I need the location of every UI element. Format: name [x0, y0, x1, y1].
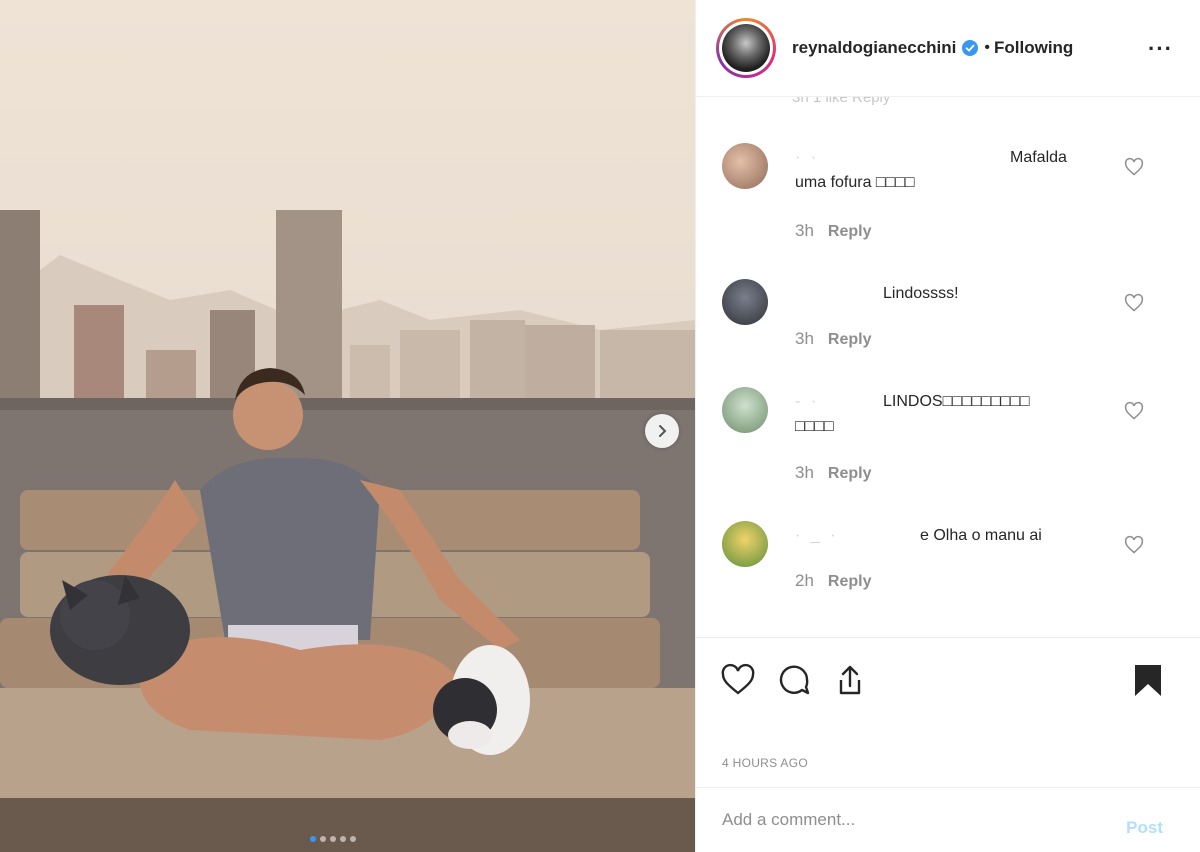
comment-meta: 3h Reply — [795, 221, 872, 241]
like-comment-heart-icon[interactable] — [1124, 535, 1144, 555]
comment-text: Mafalda — [1010, 149, 1067, 166]
more-options-button[interactable]: ··· — [1148, 36, 1173, 62]
comment-text: e Olha o manu ai — [920, 527, 1042, 544]
like-comment-heart-icon[interactable] — [1124, 401, 1144, 421]
avatar[interactable] — [716, 18, 776, 78]
save-bookmark-icon[interactable] — [1132, 662, 1164, 698]
comment-text: Lindossss! — [883, 285, 959, 302]
comment-time: 2h — [795, 571, 814, 590]
comment-text-continued: □□□□ — [795, 418, 834, 435]
commenter-avatar[interactable] — [722, 387, 768, 433]
post-details-panel: reynaldogianecchini • Following ··· 3h 1… — [695, 0, 1200, 852]
username-link[interactable]: reynaldogianecchini — [792, 38, 956, 58]
post-actions: 4 HOURS AGO — [696, 637, 1200, 770]
post-timestamp: 4 HOURS AGO — [722, 756, 808, 770]
carousel-dot — [310, 836, 316, 842]
commenter-avatar[interactable] — [722, 143, 768, 189]
like-heart-icon[interactable] — [720, 662, 756, 698]
carousel-next-button[interactable] — [645, 414, 679, 448]
comment-body: - · LINDOS□□□□□□□□□ □□□□ — [795, 389, 1095, 439]
like-comment-heart-icon[interactable] — [1124, 157, 1144, 177]
share-icon[interactable] — [832, 662, 868, 698]
verified-badge-icon — [962, 40, 979, 56]
carousel-dot — [330, 836, 336, 842]
post-photo — [0, 0, 695, 852]
commenter-avatar[interactable] — [722, 521, 768, 567]
comment-meta: 3h Reply — [795, 329, 872, 349]
comment-time: 3h — [795, 329, 814, 348]
like-comment-heart-icon[interactable] — [1124, 293, 1144, 313]
reply-button[interactable]: Reply — [828, 331, 872, 348]
commenter-username[interactable]: · _ · — [795, 527, 838, 544]
comment-bubble-icon[interactable] — [776, 662, 812, 698]
comment-body: · _ · e Olha o manu ai — [795, 523, 1095, 548]
carousel-dot — [350, 836, 356, 842]
avatar-image — [722, 24, 770, 72]
comment-meta-partial: 3h 1 like Reply — [792, 97, 891, 106]
add-comment-input[interactable] — [722, 810, 1082, 830]
commenter-avatar[interactable] — [722, 279, 768, 325]
comment-time: 3h — [795, 221, 814, 240]
reply-button[interactable]: Reply — [828, 465, 872, 482]
comment-text-continued: uma fofura □□□□ — [795, 174, 915, 191]
post-comment-button[interactable]: Post — [1126, 818, 1163, 838]
post-image[interactable] — [0, 0, 695, 852]
commenter-username[interactable]: · · — [795, 149, 819, 166]
comment-time: 3h — [795, 463, 814, 482]
comment-body: · · Mafalda uma fofura □□□□ — [795, 145, 1095, 195]
following-button[interactable]: Following — [994, 38, 1073, 58]
chevron-right-icon — [659, 425, 667, 437]
post-header: reynaldogianecchini • Following ··· — [696, 0, 1200, 97]
commenter-username[interactable]: - · — [795, 393, 819, 410]
carousel-dot — [320, 836, 326, 842]
comment-meta: 2h Reply — [795, 571, 872, 591]
comment-meta: 3h Reply — [795, 463, 872, 483]
comments-list[interactable]: 3h 1 like Reply · · Mafalda uma fofura □… — [696, 97, 1200, 637]
carousel-dots — [310, 836, 356, 842]
header-separator: • — [984, 39, 990, 56]
reply-button[interactable]: Reply — [828, 223, 872, 240]
reply-button[interactable]: Reply — [828, 573, 872, 590]
comment-text: LINDOS□□□□□□□□□ — [883, 393, 1030, 410]
carousel-dot — [340, 836, 346, 842]
add-comment-bar: Post — [696, 787, 1200, 852]
